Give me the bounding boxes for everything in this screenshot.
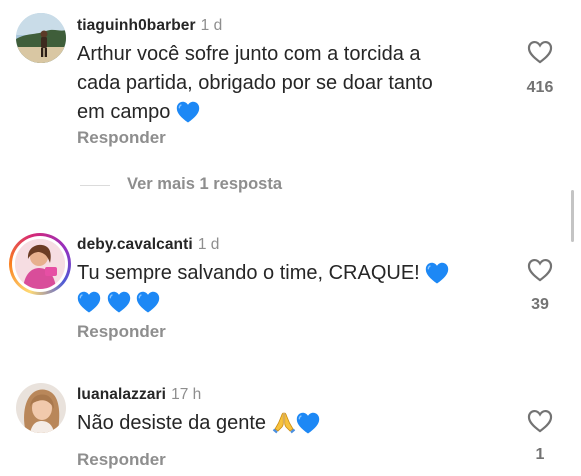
like-count: 416 [526, 79, 554, 96]
like-heart-icon[interactable] [527, 40, 553, 64]
blue-heart-icon [107, 291, 131, 313]
avatar-image [15, 239, 65, 289]
like-heart-icon[interactable] [527, 258, 553, 282]
username[interactable]: luanalazzari [77, 386, 166, 403]
comment-line [77, 288, 497, 317]
blue-heart-icon [296, 412, 320, 434]
comment-text: Arthur você sofre junto com a torcida a … [77, 40, 497, 127]
like-control: 1 [525, 409, 555, 463]
avatar-image [16, 383, 66, 433]
avatar-image [16, 13, 66, 63]
scrollbar[interactable] [571, 190, 574, 242]
timestamp: 1 d [200, 17, 223, 34]
blue-heart-icon [176, 101, 200, 123]
comment-header: deby.cavalcanti 1 d [77, 236, 219, 254]
divider [80, 185, 110, 186]
avatar[interactable] [16, 13, 66, 63]
comment-header: luanalazzari 17 h [77, 386, 201, 404]
timestamp: 1 d [197, 236, 220, 253]
timestamp: 17 h [171, 386, 202, 403]
comment-line: em campo [77, 98, 497, 127]
blue-heart-icon [77, 291, 101, 313]
reply-button[interactable]: Responder [77, 450, 166, 470]
comment-header: tiaguinh0barber 1 d [77, 17, 222, 35]
comment-text: Tu sempre salvando o time, CRAQUE! [77, 259, 497, 317]
like-heart-icon[interactable] [527, 409, 553, 433]
view-more-label[interactable]: Ver mais 1 resposta [127, 175, 282, 194]
username[interactable]: deby.cavalcanti [77, 236, 193, 253]
avatar[interactable] [9, 233, 71, 295]
blue-heart-icon [425, 262, 449, 284]
comment-line: cada partida, obrigado por se doar tanto [77, 72, 433, 94]
comment-line: Tu sempre salvando o time, CRAQUE! [77, 259, 497, 288]
comment-line: Não desiste da gente [77, 409, 497, 438]
reply-button[interactable]: Responder [77, 128, 166, 148]
blue-heart-icon [136, 291, 160, 313]
like-control: 416 [525, 40, 555, 96]
folded-hands-icon [272, 410, 296, 434]
username[interactable]: tiaguinh0barber [77, 17, 196, 34]
avatar[interactable] [16, 383, 66, 433]
reply-button[interactable]: Responder [77, 322, 166, 342]
like-control: 39 [525, 258, 555, 313]
like-count: 1 [535, 446, 545, 463]
comment-text: Não desiste da gente [77, 409, 497, 438]
comment-line: Arthur você sofre junto com a torcida a [77, 43, 421, 65]
like-count: 39 [531, 296, 549, 313]
